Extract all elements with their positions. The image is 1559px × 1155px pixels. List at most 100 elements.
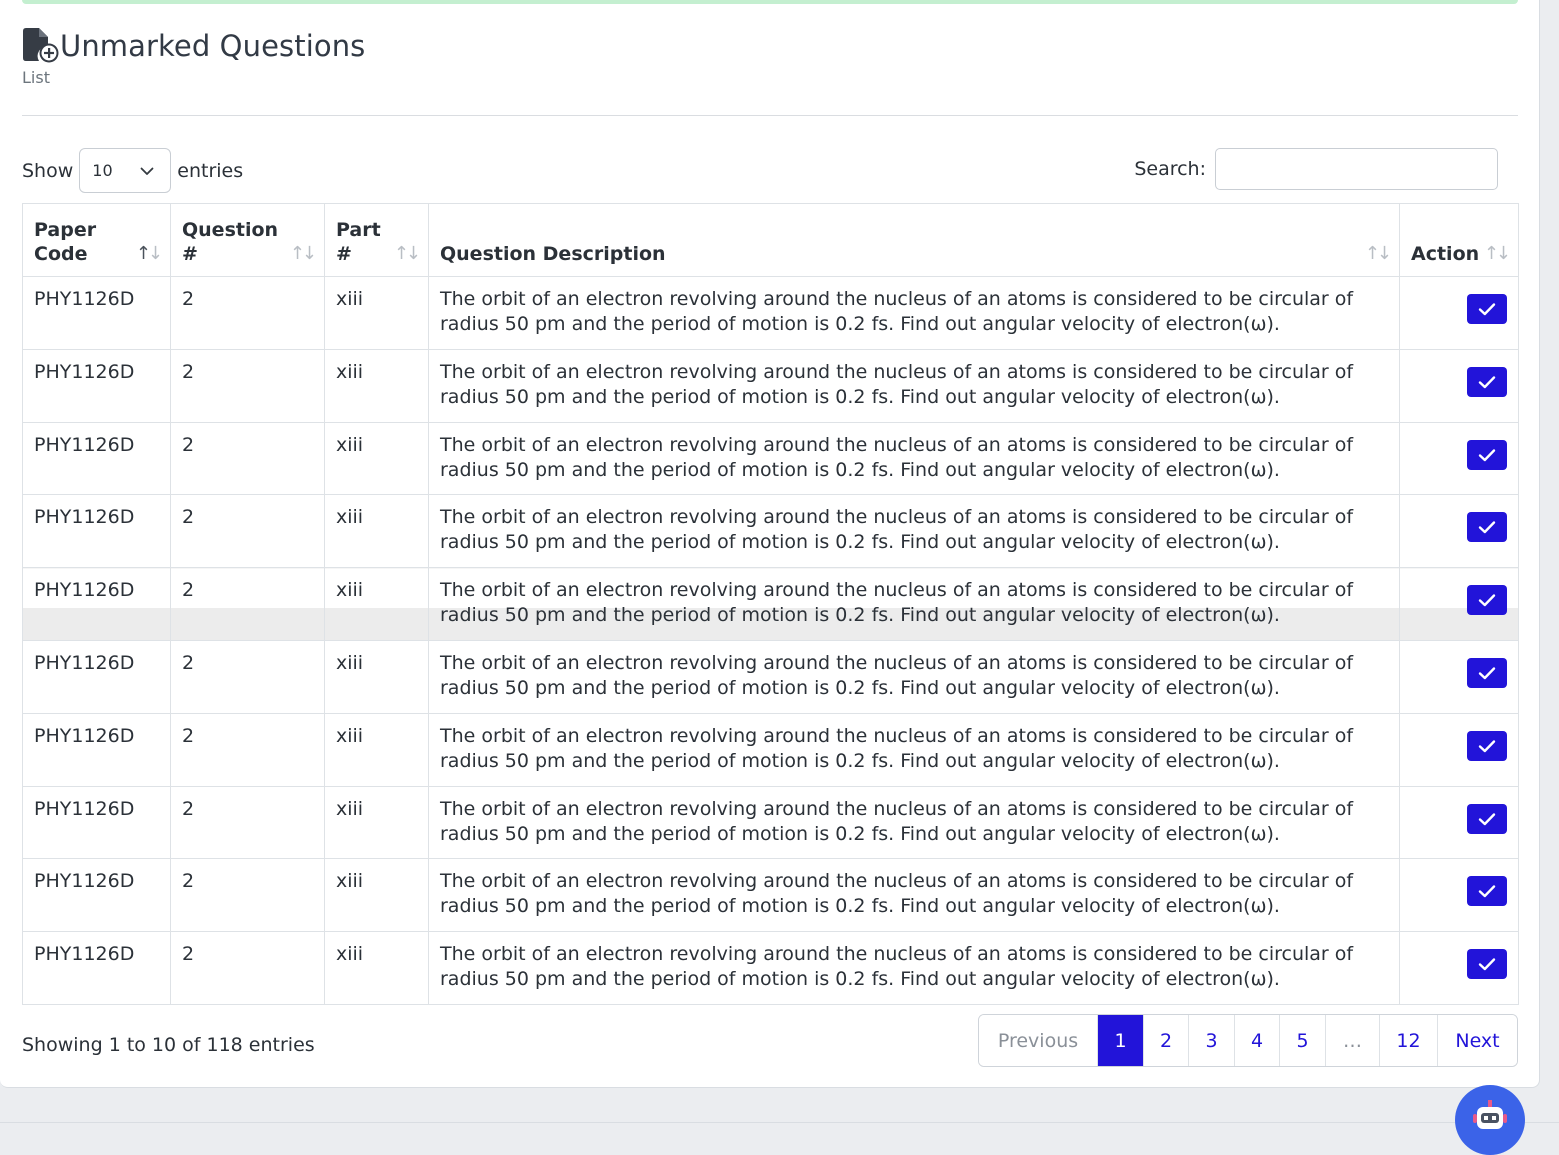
check-icon [1478,885,1496,898]
table-row: PHY1126D 2 xiii The orbit of an electron… [22,348,1519,423]
question-number-cell: 2 [170,858,325,933]
pagination-page-4[interactable]: 4 [1234,1015,1279,1066]
page-header: Unmarked Questions List [22,26,365,87]
question-description-cell: The orbit of an electron revolving aroun… [428,276,1400,350]
paper-code-cell: PHY1126D [22,785,171,860]
column-header-label: Paper Code [34,219,97,265]
question-description-cell: The orbit of an electron revolving aroun… [428,348,1400,423]
action-cell [1399,712,1519,787]
pagination-page-12[interactable]: 12 [1379,1015,1437,1066]
mark-button[interactable] [1467,294,1507,324]
question-description-cell: The orbit of an electron revolving aroun… [428,494,1400,569]
header-divider [22,115,1518,116]
table-row: PHY1126D 2 xiii The orbit of an electron… [22,494,1519,569]
sort-icon: ↑↓ [1483,243,1511,264]
part-number-cell: xiii [324,712,429,787]
question-description-cell: The orbit of an electron revolving aroun… [428,931,1400,1005]
mark-button[interactable] [1467,730,1507,761]
question-description-cell: The orbit of an electron revolving aroun… [428,712,1400,787]
sort-icon: ↑↓ [289,243,317,264]
column-header-paper-code[interactable]: Paper Code ↑↓ [22,203,171,277]
check-icon [1478,740,1496,752]
paper-code-cell: PHY1126D [22,348,171,423]
check-icon [1478,521,1496,534]
question-number-cell: 2 [170,276,325,350]
paper-code-cell: PHY1126D [22,639,171,714]
column-header-label: Question # [182,219,279,265]
chatbot-launcher-button[interactable] [1455,1085,1525,1155]
pagination-page-1[interactable]: 1 [1097,1015,1143,1066]
mark-button[interactable] [1467,657,1507,688]
column-header-question-number[interactable]: Question # ↑↓ [170,203,325,277]
mark-button[interactable] [1467,585,1507,616]
table-body: PHY1126D 2 xiii The orbit of an electron… [22,276,1519,1005]
pagination-page-2[interactable]: 2 [1143,1015,1188,1066]
paper-code-cell: PHY1126D [22,421,171,496]
table-row: PHY1126D 2 xiii The orbit of an electron… [22,858,1519,933]
action-cell [1399,567,1519,641]
action-cell [1399,421,1519,496]
top-accent-bar [22,0,1518,4]
column-header-label: Action [1411,243,1480,265]
pagination-page-3[interactable]: 3 [1188,1015,1234,1066]
question-number-cell: 2 [170,494,325,569]
paper-code-cell: PHY1126D [22,931,171,1005]
question-number-cell: 2 [170,348,325,423]
page-subtitle: List [22,68,50,87]
question-description-cell: The orbit of an electron revolving aroun… [428,858,1400,933]
question-number-cell: 2 [170,712,325,787]
column-header-label: Part # [336,219,381,265]
mark-button[interactable] [1467,949,1507,980]
chevron-down-icon [140,161,154,180]
pagination-ellipsis: … [1325,1015,1379,1066]
mark-button[interactable] [1467,803,1507,834]
question-description-cell: The orbit of an electron revolving aroun… [428,785,1400,860]
part-number-cell: xiii [324,567,429,641]
action-cell [1399,494,1519,569]
entries-length-control: Show 10 entries [22,148,243,193]
content-card: Unmarked Questions List Show 10 entries … [0,0,1540,1088]
part-number-cell: xiii [324,785,429,860]
pagination: Previous 1 2 3 4 5 … 12 Next [978,1014,1518,1067]
file-add-icon [22,28,60,64]
pagination-next-button[interactable]: Next [1437,1015,1517,1066]
column-header-question-description[interactable]: Question Description ↑↓ [428,203,1400,277]
entries-length-select[interactable]: 10 [79,148,172,193]
action-cell [1399,639,1519,714]
part-number-cell: xiii [324,276,429,350]
column-header-action[interactable]: Action ↑↓ [1399,203,1519,277]
action-cell [1399,785,1519,860]
pagination-previous-button[interactable]: Previous [979,1015,1097,1066]
question-description-cell: The orbit of an electron revolving aroun… [428,639,1400,714]
paper-code-cell: PHY1126D [22,567,171,641]
mark-button[interactable] [1467,439,1507,470]
mark-button[interactable] [1467,876,1507,907]
action-cell [1399,348,1519,423]
pagination-page-5[interactable]: 5 [1279,1015,1325,1066]
search-label: Search: [1134,158,1206,180]
question-number-cell: 2 [170,785,325,860]
table-row: PHY1126D 2 xiii The orbit of an electron… [22,567,1519,641]
robot-icon [1455,1100,1525,1155]
question-number-cell: 2 [170,421,325,496]
sort-icon: ↑↓ [135,243,163,264]
paper-code-cell: PHY1126D [22,276,171,350]
check-icon [1478,594,1496,607]
part-number-cell: xiii [324,931,429,1005]
table-header-row: Paper Code ↑↓ Question # ↑↓ Part # ↑↓ Qu… [22,203,1519,277]
check-icon [1478,448,1496,461]
mark-button[interactable] [1467,366,1507,397]
action-cell [1399,276,1519,350]
sort-icon: ↑↓ [1364,243,1392,264]
table-row: PHY1126D 2 xiii The orbit of an electron… [22,421,1519,496]
check-icon [1478,667,1496,680]
questions-table: Paper Code ↑↓ Question # ↑↓ Part # ↑↓ Qu… [22,203,1519,1005]
table-row: PHY1126D 2 xiii The orbit of an electron… [22,639,1519,714]
table-row: PHY1126D 2 xiii The orbit of an electron… [22,712,1519,787]
action-cell [1399,931,1519,1005]
column-header-part-number[interactable]: Part # ↑↓ [324,203,429,277]
mark-button[interactable] [1467,512,1507,543]
table-row: PHY1126D 2 xiii The orbit of an electron… [22,931,1519,1005]
search-input[interactable] [1215,148,1498,190]
paper-code-cell: PHY1126D [22,858,171,933]
